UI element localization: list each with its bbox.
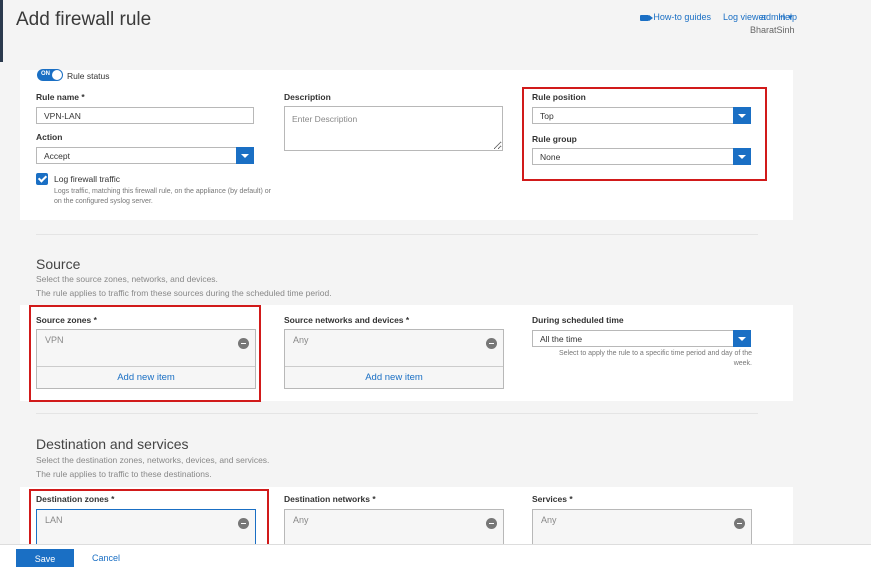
cancel-button[interactable]: Cancel <box>92 553 120 563</box>
services-label: Services * <box>532 494 573 504</box>
source-network-item: Any <box>293 335 309 345</box>
left-accent-bar <box>0 0 3 62</box>
source-desc-1: Select the source zones, networks, and d… <box>36 274 218 284</box>
log-traffic-checkbox[interactable] <box>36 173 48 185</box>
rule-name-input[interactable]: VPN-LAN <box>36 107 254 124</box>
destination-title: Destination and services <box>36 436 189 452</box>
rule-name-label: Rule name * <box>36 92 85 102</box>
action-select[interactable]: Accept <box>36 147 254 164</box>
source-networks-list[interactable]: Any Add new item <box>284 329 504 389</box>
source-networks-label: Source networks and devices * <box>284 315 410 325</box>
video-camera-icon <box>640 14 654 21</box>
chevron-down-icon <box>733 330 751 347</box>
action-label: Action <box>36 132 63 142</box>
remove-icon[interactable] <box>486 518 497 529</box>
chevron-down-icon: ▾ <box>788 12 793 22</box>
admin-menu[interactable]: admin ▾ <box>761 12 793 23</box>
destination-desc-1: Select the destination zones, networks, … <box>36 455 270 465</box>
action-value: Accept <box>44 151 70 161</box>
how-to-guides-label: How-to guides <box>653 12 711 22</box>
log-traffic-label: Log firewall traffic <box>54 174 120 184</box>
toggle-knob <box>52 70 62 80</box>
save-button[interactable]: Save <box>16 549 74 567</box>
add-source-network-button[interactable]: Add new item <box>285 366 503 388</box>
user-subtitle: BharatSinh <box>750 25 795 35</box>
section-divider <box>36 234 758 235</box>
log-viewer-link[interactable]: Log viewer <box>723 12 767 22</box>
rule-status-label: Rule status <box>67 71 110 81</box>
how-to-guides-link[interactable]: How-to guides <box>640 12 711 22</box>
schedule-value: All the time <box>540 334 583 344</box>
section-divider <box>36 413 758 414</box>
source-title: Source <box>36 256 81 272</box>
admin-label: admin <box>761 12 786 22</box>
chevron-down-icon <box>236 147 254 164</box>
footer-bar <box>0 544 871 567</box>
destination-networks-label: Destination networks * <box>284 494 376 504</box>
highlight-rule-position <box>522 87 767 181</box>
destination-networks-list[interactable]: Any <box>284 509 504 549</box>
description-label: Description <box>284 92 331 102</box>
remove-icon[interactable] <box>486 338 497 349</box>
services-list[interactable]: Any <box>532 509 752 549</box>
schedule-select[interactable]: All the time <box>532 330 751 347</box>
description-input[interactable] <box>284 106 503 151</box>
source-desc-2: The rule applies to traffic from these s… <box>36 288 332 298</box>
destination-network-item: Any <box>293 515 309 525</box>
destination-desc-2: The rule applies to traffic to these des… <box>36 469 212 479</box>
rule-status-toggle[interactable]: ON <box>37 69 63 81</box>
toggle-on-text: ON <box>41 71 50 77</box>
schedule-hint: Select to apply the rule to a specific t… <box>558 350 752 367</box>
schedule-label: During scheduled time <box>532 315 624 325</box>
page-title: Add firewall rule <box>16 9 152 30</box>
remove-icon[interactable] <box>734 518 745 529</box>
log-traffic-hint: Logs traffic, matching this firewall rul… <box>54 188 271 205</box>
services-item: Any <box>541 515 557 525</box>
highlight-source-zones <box>29 305 261 402</box>
